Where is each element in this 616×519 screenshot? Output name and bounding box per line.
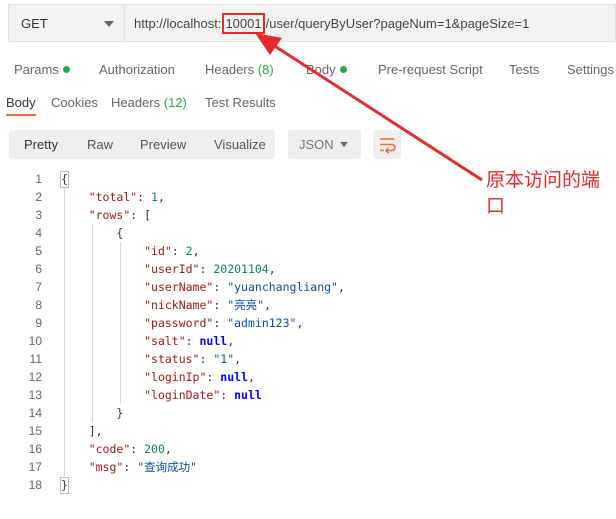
annotation-text: 原本访问的端口 <box>486 169 601 217</box>
annotation-arrow <box>255 33 483 182</box>
